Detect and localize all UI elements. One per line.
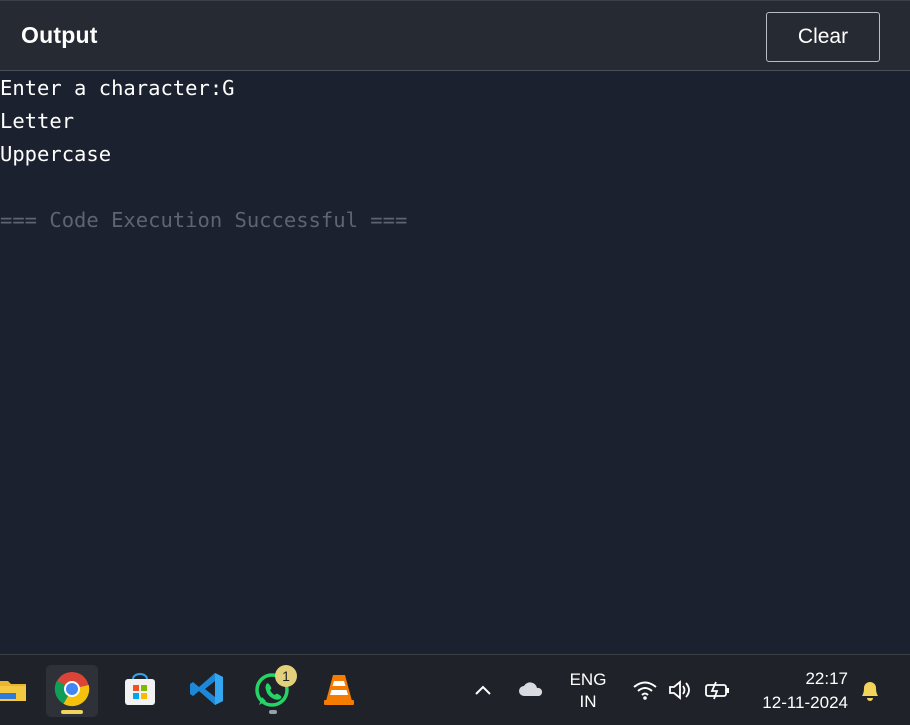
- output-line: Enter a character:G: [0, 76, 235, 100]
- file-explorer-icon: [0, 675, 28, 708]
- vscode-icon: [189, 671, 225, 712]
- vlc-button[interactable]: [313, 665, 365, 717]
- language-label: ENG: [569, 670, 607, 689]
- active-app-indicator: [61, 710, 83, 714]
- time-label: 22:17: [805, 669, 848, 688]
- output-line: Uppercase: [0, 142, 112, 166]
- show-hidden-icons-button[interactable]: [470, 677, 496, 703]
- output-header: Output Clear: [0, 0, 910, 71]
- bell-icon: [858, 682, 882, 707]
- whatsapp-button[interactable]: 1: [247, 665, 299, 717]
- vlc-icon: [321, 671, 357, 712]
- chrome-button[interactable]: [46, 665, 98, 717]
- volume-icon: [667, 679, 693, 706]
- battery-charging-icon: [704, 679, 732, 706]
- output-line: Letter: [0, 109, 75, 133]
- microsoft-store-button[interactable]: [114, 665, 166, 717]
- wifi-icon: [632, 679, 658, 706]
- clock[interactable]: 22:17 12-11-2024: [752, 667, 848, 715]
- cloud-icon: [517, 682, 545, 703]
- execution-status-line: === Code Execution Successful ===: [0, 208, 408, 232]
- date-label: 12-11-2024: [762, 693, 848, 712]
- language-indicator[interactable]: ENG IN: [568, 669, 608, 713]
- vscode-button[interactable]: [181, 665, 233, 717]
- quick-settings-button[interactable]: [630, 677, 735, 705]
- open-app-indicator: [269, 710, 277, 714]
- microsoft-store-icon: [122, 671, 158, 712]
- notifications-button[interactable]: [858, 677, 882, 703]
- chrome-icon: [54, 671, 90, 712]
- clear-button[interactable]: Clear: [766, 12, 880, 62]
- region-label: IN: [579, 692, 597, 711]
- chevron-up-icon: [470, 685, 496, 707]
- file-explorer-button[interactable]: [0, 665, 38, 717]
- output-console[interactable]: Enter a character:G Letter Uppercase ===…: [0, 72, 910, 654]
- taskbar: 1 ENG IN 22:17 12-11-2024: [0, 654, 910, 725]
- output-title: Output: [21, 22, 98, 48]
- onedrive-button[interactable]: [517, 679, 545, 699]
- whatsapp-badge: 1: [275, 665, 297, 687]
